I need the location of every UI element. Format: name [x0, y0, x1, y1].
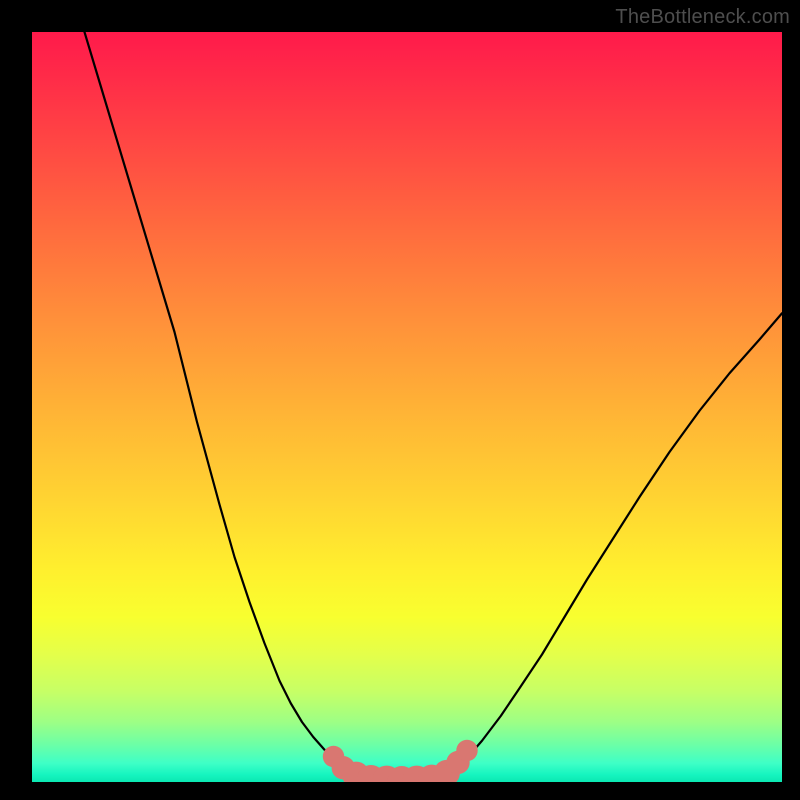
- bottleneck-curve: [85, 32, 783, 781]
- watermark-text: TheBottleneck.com: [615, 6, 790, 29]
- plot-area: [32, 32, 782, 782]
- valley-beads-group: [323, 740, 478, 782]
- valley-bead: [456, 740, 477, 761]
- chart-svg: [32, 32, 782, 782]
- outer-frame: TheBottleneck.com: [0, 0, 800, 800]
